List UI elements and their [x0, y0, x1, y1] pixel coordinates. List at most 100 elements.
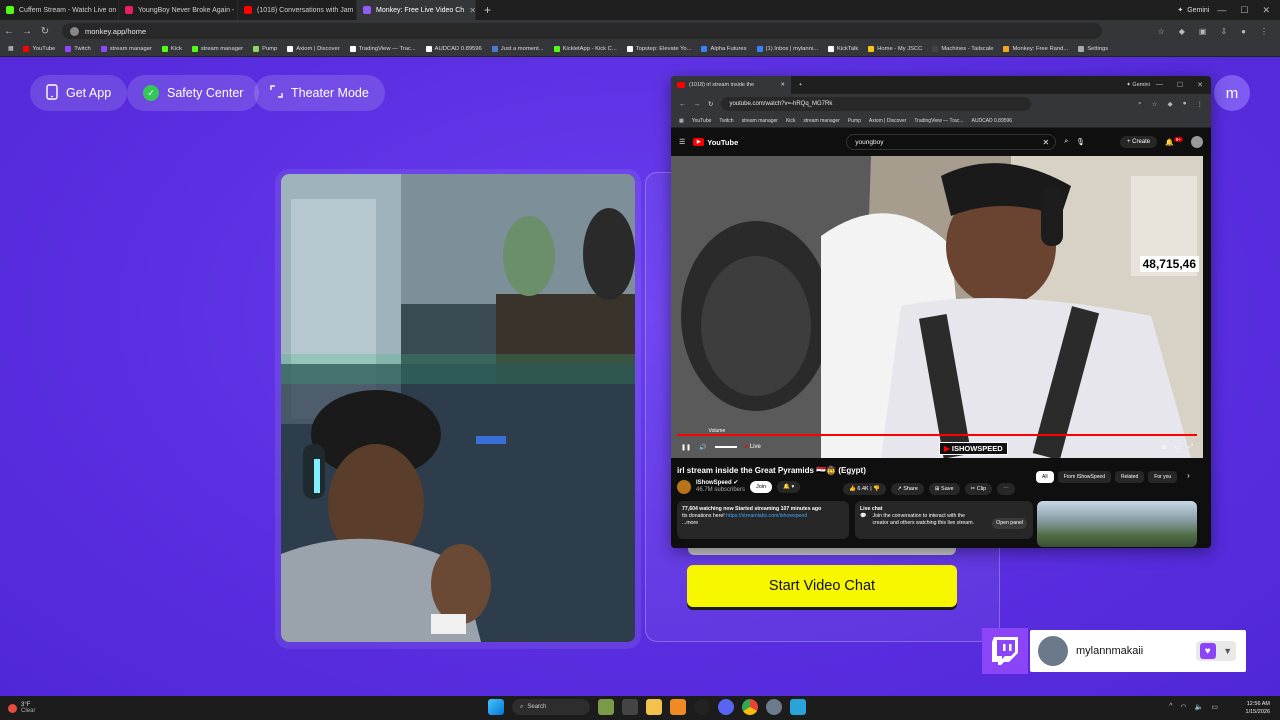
bookmark-item[interactable]: stream manager: [742, 118, 778, 124]
browser-tab-active[interactable]: Monkey: Free Live Video Ch ✕: [357, 0, 476, 20]
minimize-icon[interactable]: —: [1156, 81, 1163, 89]
bookmark-item[interactable]: Settings: [1078, 46, 1108, 52]
join-button[interactable]: Join: [750, 481, 773, 493]
account-avatar[interactable]: [1191, 136, 1203, 148]
apps-icon[interactable]: ▦: [679, 118, 684, 124]
discord-icon[interactable]: [718, 699, 734, 715]
bookmark-item[interactable]: YouTube: [23, 46, 55, 52]
reload-icon[interactable]: ↻: [36, 26, 54, 37]
notifications-icon[interactable]: 🔔 9+: [1165, 137, 1183, 147]
hamburger-menu-icon[interactable]: ☰: [679, 138, 685, 146]
bookmark-item[interactable]: (1) Inbox | mylanni...: [756, 46, 818, 52]
bookmark-item[interactable]: Axiom | Discover: [869, 118, 906, 124]
bookmark-item[interactable]: TradingView — Trac...: [914, 118, 963, 124]
close-tab-icon[interactable]: ✕: [469, 6, 475, 15]
widget-icon[interactable]: [598, 699, 614, 715]
gemini-button[interactable]: ✦ Gemini: [1177, 6, 1209, 15]
recommended-video-thumbnail[interactable]: [1037, 501, 1197, 547]
fullscreen-icon[interactable]: ⤢: [1188, 444, 1193, 451]
close-window-icon[interactable]: ✕: [1197, 81, 1203, 89]
gemini-button[interactable]: ✦ Gemini: [1126, 82, 1150, 88]
task-view-icon[interactable]: [622, 699, 638, 715]
volume-icon[interactable]: 🔊: [699, 444, 706, 451]
microphone-icon[interactable]: 🎙: [1076, 138, 1085, 146]
live-indicator[interactable]: ● Live: [745, 444, 761, 450]
clear-search-icon[interactable]: ✕: [1043, 138, 1050, 147]
volume-icon[interactable]: 🔈: [1195, 703, 1204, 711]
pause-icon[interactable]: ❚❚: [681, 444, 691, 451]
bookmark-item[interactable]: AUDCAD 0.89596: [972, 118, 1013, 124]
chevron-up-icon[interactable]: ^: [1169, 703, 1172, 711]
extension-icon[interactable]: ◆: [1179, 27, 1185, 36]
new-tab-button[interactable]: +: [799, 82, 802, 88]
chip-for-you[interactable]: For you: [1148, 471, 1178, 483]
chip-from-channel[interactable]: From IShowSpeed: [1057, 471, 1111, 483]
youtube-search-input[interactable]: youngboy ✕: [846, 134, 1057, 150]
bookmark-item[interactable]: AUDCAD 0.89596: [425, 46, 482, 52]
channel-name[interactable]: IShowSpeed: [696, 480, 732, 486]
reload-icon[interactable]: ↻: [708, 100, 713, 108]
notepad-icon[interactable]: [790, 699, 806, 715]
bookmark-item[interactable]: Monkey: Free Rand...: [1003, 46, 1068, 52]
settings-gear-icon[interactable]: ⚙: [1161, 444, 1166, 451]
get-app-button[interactable]: Get App: [30, 75, 128, 111]
create-button[interactable]: + Create: [1119, 136, 1158, 148]
taskbar-clock[interactable]: 12:56 AM 1/15/2026: [1246, 700, 1270, 716]
bookmark-item[interactable]: stream manager: [191, 46, 243, 52]
start-video-chat-button[interactable]: Start Video Chat: [687, 565, 957, 607]
show-more-link[interactable]: ...more: [682, 520, 844, 527]
extensions-puzzle-icon[interactable]: ▣: [1199, 27, 1207, 36]
extension-icon[interactable]: ◆: [1168, 100, 1173, 108]
profile-icon[interactable]: ●: [1183, 100, 1187, 108]
bookmark-item[interactable]: TradingView — Trac...: [349, 46, 416, 52]
theater-icon[interactable]: ▭: [1175, 444, 1181, 451]
close-tab-icon[interactable]: ✕: [780, 82, 785, 88]
wifi-icon[interactable]: ◠: [1181, 703, 1187, 711]
youtube-logo[interactable]: ▶ YouTube: [693, 138, 738, 147]
bookmark-item[interactable]: KickletApp - Kick C...: [553, 46, 617, 52]
video-description[interactable]: 77,604 watching now Started streaming 10…: [677, 501, 849, 539]
bookmark-item[interactable]: Twitch: [719, 118, 733, 124]
bookmark-star-icon[interactable]: ☆: [1158, 27, 1165, 36]
more-actions-icon[interactable]: ⋯: [997, 483, 1015, 495]
bookmark-item[interactable]: Axiom | Discover: [287, 46, 340, 52]
chevron-right-icon[interactable]: ›: [1187, 471, 1190, 483]
inner-browser-tab[interactable]: (1018) irl stream inside the ✕: [671, 76, 791, 94]
search-icon[interactable]: ⌕: [1138, 100, 1142, 108]
site-info-icon[interactable]: [70, 26, 79, 36]
browser-tab[interactable]: (1018) Conversations with Jam✕: [238, 0, 357, 20]
menu-icon[interactable]: ⋮: [1260, 27, 1268, 36]
save-button[interactable]: ⊞ Save: [928, 483, 960, 495]
share-button[interactable]: ↗ Share: [891, 483, 924, 495]
back-icon[interactable]: ←: [679, 101, 686, 108]
settings-icon[interactable]: [766, 699, 782, 715]
bookmark-star-icon[interactable]: ☆: [1152, 100, 1158, 108]
inner-url-input[interactable]: youtube.com/watch?v=-hRQq_MG7Rk: [721, 97, 1032, 111]
bookmark-item[interactable]: Kick: [161, 46, 182, 52]
browser-tab[interactable]: YoungBoy Never Broke Again -✕: [119, 0, 238, 20]
obs-icon[interactable]: [694, 699, 710, 715]
new-tab-button[interactable]: +: [484, 3, 491, 17]
download-icon[interactable]: ⇩: [1220, 27, 1227, 36]
bookmark-item[interactable]: Topstep: Elevate Yo...: [626, 46, 691, 52]
safety-center-button[interactable]: ✓ Safety Center: [127, 75, 260, 111]
chip-all[interactable]: All: [1036, 471, 1054, 483]
search-icon[interactable]: ⌕: [1064, 138, 1068, 146]
youtube-video-player[interactable]: 48,715,46 ❚❚ 🔊 Volume ● Live ⚙ ▭ ⤢ ▶ ISH…: [671, 156, 1203, 458]
open-panel-button[interactable]: Open panel: [992, 518, 1027, 529]
bookmark-item[interactable]: Machines - Tailscale: [932, 46, 993, 52]
weather-widget[interactable]: 3°F Clear: [0, 702, 35, 714]
chevron-down-icon[interactable]: ▼: [1223, 646, 1232, 656]
maximize-icon[interactable]: ☐: [1177, 81, 1183, 89]
forward-icon[interactable]: →: [18, 26, 36, 37]
bookmark-item[interactable]: Pump: [848, 118, 861, 124]
bookmark-item[interactable]: Pump: [253, 46, 277, 52]
profile-icon[interactable]: ●: [1241, 27, 1246, 36]
taskbar-search[interactable]: ⌕ Search: [512, 699, 590, 715]
follow-button[interactable]: ♥ ▼: [1196, 641, 1236, 661]
subscribe-bell-button[interactable]: 🔔 ▾: [777, 481, 801, 493]
volume-slider[interactable]: Volume: [709, 428, 737, 448]
bookmark-item[interactable]: YouTube: [692, 118, 712, 124]
clip-button[interactable]: ✂ Clip: [964, 483, 993, 495]
battery-icon[interactable]: ▭: [1211, 703, 1218, 711]
